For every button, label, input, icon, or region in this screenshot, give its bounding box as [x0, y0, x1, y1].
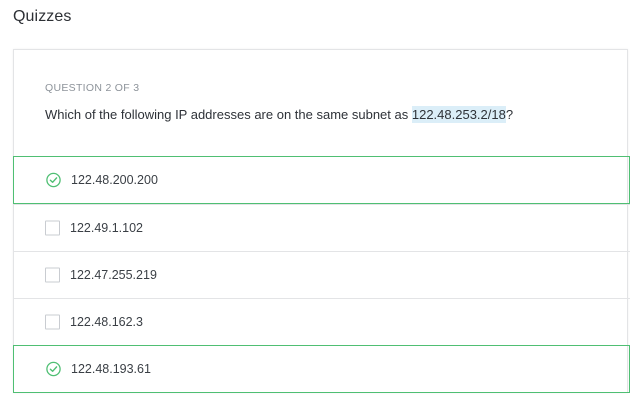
answer-option-label: 122.49.1.102	[70, 221, 143, 235]
answer-option[interactable]: 122.48.200.200	[13, 156, 630, 204]
checkbox-icon[interactable]	[45, 220, 60, 236]
answer-option[interactable]: 122.49.1.102	[13, 204, 630, 251]
answer-option[interactable]: 122.48.193.61	[13, 345, 630, 393]
answer-option-label: 122.48.162.3	[70, 315, 143, 329]
answer-option-label: 122.47.255.219	[70, 268, 157, 282]
question-counter: QUESTION 2 OF 3	[45, 82, 140, 94]
answer-option-label: 122.48.200.200	[71, 173, 158, 187]
answer-option[interactable]: 122.47.255.219	[13, 251, 630, 298]
quiz-page: Quizzes QUESTION 2 OF 3 Which of the fol…	[0, 0, 638, 403]
question-subnet-highlight: 122.48.253.2/18	[411, 106, 506, 123]
answer-option[interactable]: 122.48.162.3	[13, 298, 630, 345]
check-circle-icon	[46, 172, 61, 188]
checkbox-icon[interactable]	[45, 314, 60, 330]
question-text-before: Which of the following IP addresses are …	[45, 107, 412, 122]
answer-option-label: 122.48.193.61	[71, 362, 151, 376]
question-text: Which of the following IP addresses are …	[45, 106, 514, 123]
check-circle-icon	[46, 361, 61, 377]
question-text-after: ?	[505, 107, 514, 122]
answer-options: 122.48.200.200 122.49.1.102 122.47.255.2…	[13, 156, 630, 393]
checkbox-icon[interactable]	[45, 267, 60, 283]
page-title: Quizzes	[13, 8, 72, 25]
question-card: QUESTION 2 OF 3 Which of the following I…	[13, 49, 630, 393]
